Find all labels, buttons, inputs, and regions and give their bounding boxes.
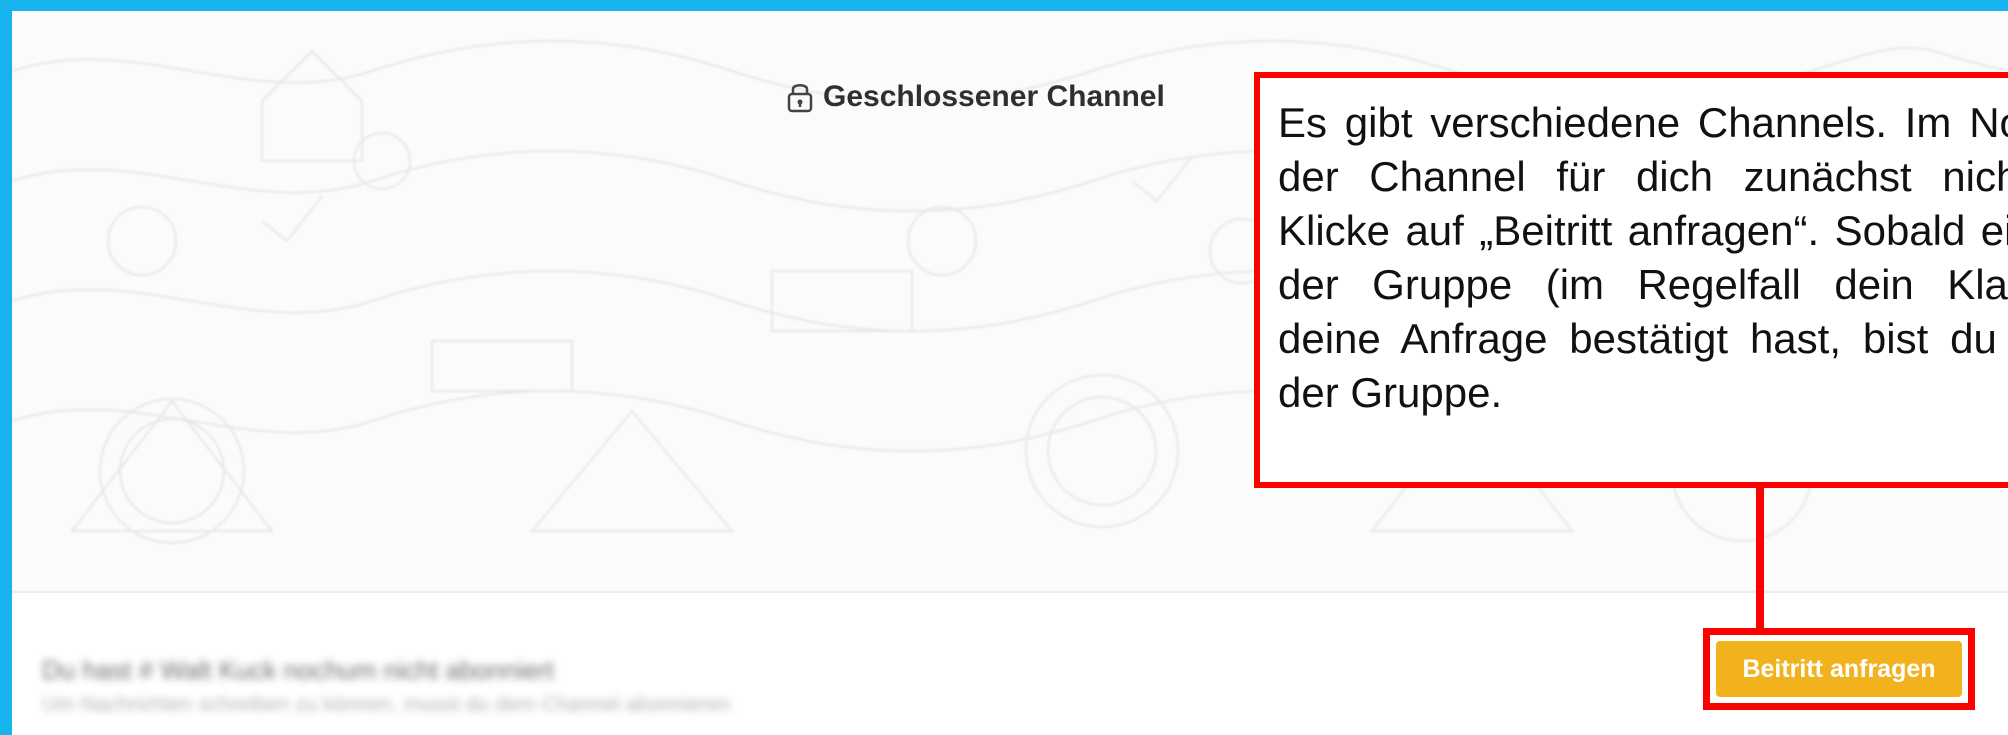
subscription-notice-title: Du hast # Walt Kuck nochum nicht abonnie…	[42, 655, 555, 685]
instruction-text: Es gibt verschiedene Channels. Im Normal…	[1278, 99, 2008, 416]
instruction-callout: Es gibt verschiedene Channels. Im Normal…	[1254, 72, 2008, 488]
join-button-highlight: Beitritt anfragen	[1703, 628, 1975, 710]
channel-title-area: Geschlossener Channel	[785, 79, 1165, 115]
callout-connector-line	[1756, 488, 1764, 628]
request-join-button[interactable]: Beitritt anfragen	[1716, 641, 1962, 697]
subscription-notice-subtitle: Um Nachrichten schreiben zu können, muss…	[42, 693, 731, 716]
lock-icon	[787, 84, 813, 113]
channel-title: Geschlossener Channel	[823, 80, 1165, 113]
